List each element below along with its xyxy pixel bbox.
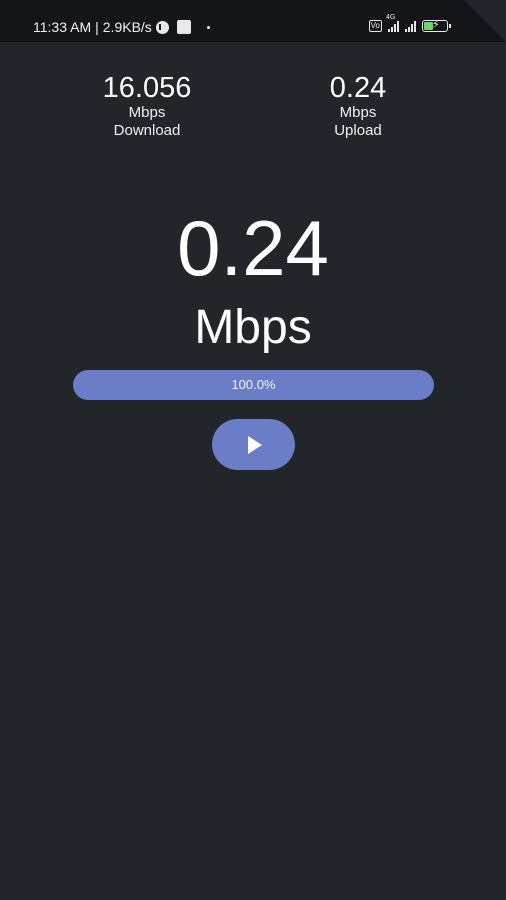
upload-value: 0.24	[329, 72, 387, 104]
dot-icon	[206, 25, 210, 29]
test-progress-bar: 100.0%	[73, 370, 434, 400]
upload-stat: 0.24 Mbps Upload	[278, 72, 438, 140]
upload-unit: Mbps	[339, 104, 377, 121]
charging-bolt-icon: ⚡	[432, 19, 440, 31]
download-unit: Mbps	[128, 104, 166, 121]
status-right: Vo 4G ⚡	[368, 14, 451, 32]
current-speed-value: 0.24	[177, 204, 329, 292]
vpn-key-icon	[155, 20, 169, 34]
status-bar-corner	[464, 0, 506, 42]
battery-charging-icon: ⚡	[422, 19, 451, 32]
status-time: 11:33 AM	[33, 19, 92, 35]
upload-label: Upload	[334, 122, 382, 139]
status-left: 11:33 AM | 2.9KB/s	[33, 19, 210, 35]
download-stat: 16.056 Mbps Download	[67, 72, 227, 140]
download-label: Download	[113, 122, 181, 139]
signal-icon	[405, 20, 416, 32]
play-icon	[248, 436, 262, 454]
status-bar: 11:33 AM | 2.9KB/s Vo 4G ⚡	[0, 0, 506, 42]
current-speed-unit: Mbps	[194, 301, 312, 354]
volte-icon: Vo	[368, 20, 382, 32]
signal-icon: 4G	[386, 14, 399, 32]
download-value: 16.056	[102, 72, 192, 104]
network-type-label: 4G	[386, 14, 396, 21]
progress-text: 100.0%	[231, 377, 276, 392]
start-test-button[interactable]	[212, 419, 295, 470]
app-notification-icon	[176, 20, 191, 34]
status-net-speed: 2.9KB/s	[102, 19, 152, 35]
status-separator: |	[95, 19, 99, 35]
